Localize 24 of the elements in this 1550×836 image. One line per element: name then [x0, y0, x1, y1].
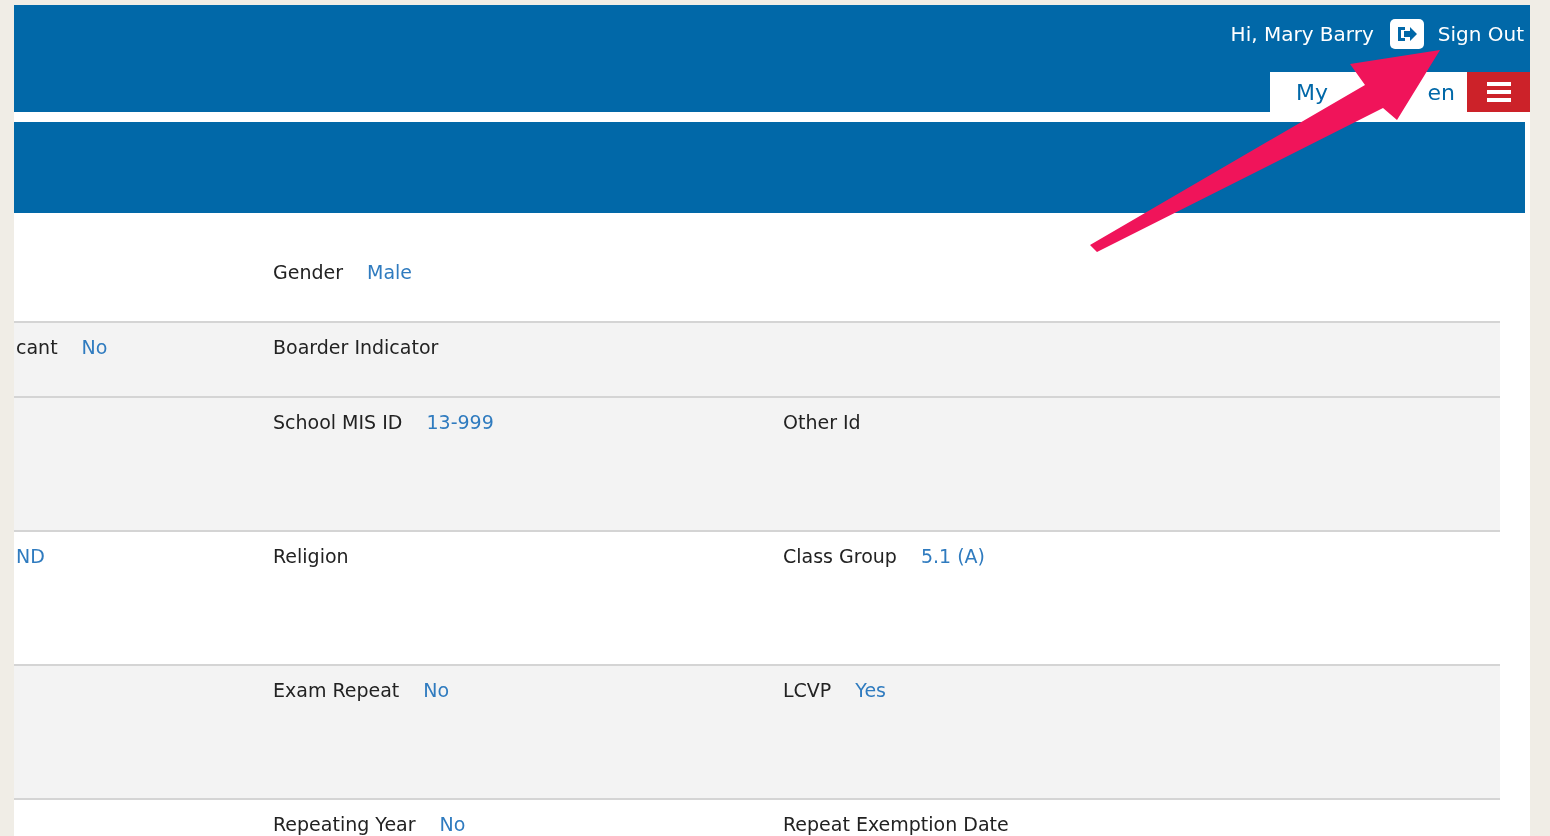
field-value: No: [439, 812, 466, 836]
user-greeting: Hi, Mary Barry: [1230, 21, 1374, 48]
field-value: Male: [367, 260, 413, 285]
field-value: No: [81, 335, 108, 360]
field-label: Other Id: [783, 410, 861, 435]
field-label: Exam Repeat: [273, 678, 400, 703]
menu-icon: [1486, 82, 1511, 102]
field-value: 13-999: [426, 410, 494, 435]
field-value: ND: [16, 544, 45, 569]
field-value: No: [423, 678, 450, 703]
field-label: Repeating Year: [273, 812, 416, 836]
field-label: Gender: [273, 260, 344, 285]
field-label: Boarder Indicator: [273, 335, 439, 360]
field-label: LCVP: [783, 678, 832, 703]
field-label: Religion: [273, 544, 349, 569]
field-label: Class Group: [783, 544, 897, 569]
field-label: School MIS ID: [273, 410, 403, 435]
field-value: 5.1 (A): [920, 544, 985, 569]
sign-out-link[interactable]: Sign Out: [1437, 19, 1524, 49]
field-label: Repeat Exemption Date: [783, 812, 1009, 836]
sign-out-icon[interactable]: [1389, 19, 1424, 49]
field-label: cant: [16, 335, 58, 360]
field-value: Yes: [855, 678, 886, 703]
menu-button[interactable]: [1467, 72, 1530, 112]
